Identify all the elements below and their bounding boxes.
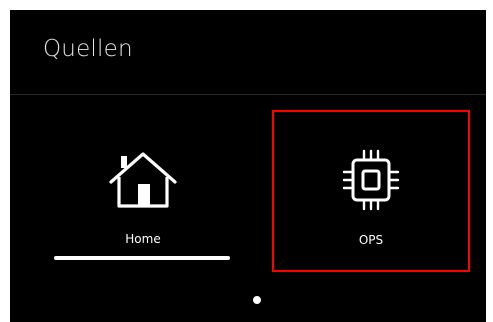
chip-icon <box>342 149 400 211</box>
source-tile-home[interactable]: Home <box>50 110 236 272</box>
page-indicator-dot[interactable] <box>253 296 261 304</box>
sources-screen: Quellen Home OPS <box>10 10 486 322</box>
source-tile-ops[interactable]: OPS <box>272 110 470 272</box>
source-label-ops: OPS <box>358 233 384 247</box>
home-icon <box>109 152 177 208</box>
active-source-indicator <box>54 256 230 260</box>
header: Quellen <box>10 10 486 95</box>
source-label-home: Home <box>125 232 161 246</box>
page-title: Quellen <box>43 36 133 62</box>
